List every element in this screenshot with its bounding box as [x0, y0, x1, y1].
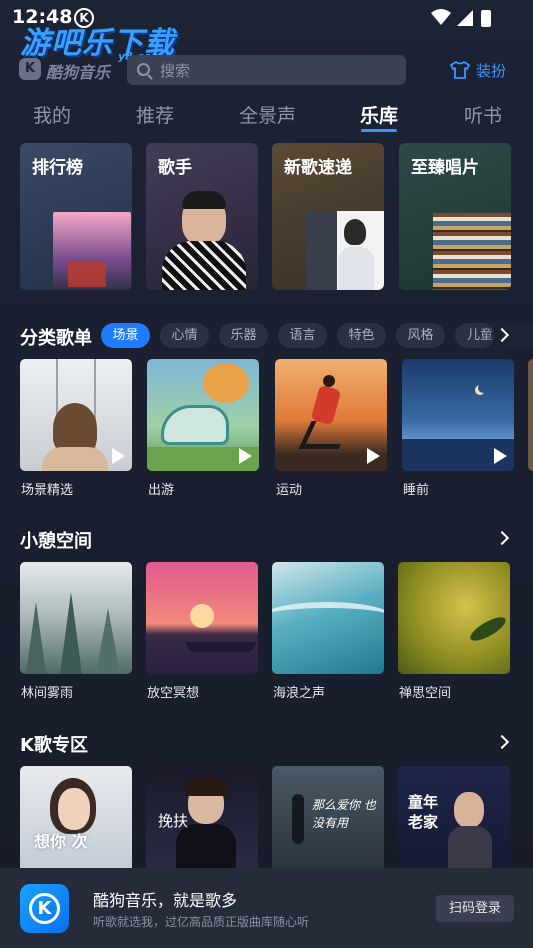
new-songs-singer-shirt — [338, 247, 374, 290]
tile-caption: 禅思空间 — [399, 686, 452, 701]
tab-recommend[interactable]: 推荐 — [136, 101, 174, 128]
charts-cover-building — [68, 261, 106, 287]
runner-legs-image — [298, 421, 352, 449]
play-icon — [494, 448, 507, 464]
girl-hair-image — [53, 403, 97, 453]
cover-title-text: 那么爱你 也没有用 — [312, 798, 376, 830]
relax-tile[interactable] — [20, 562, 132, 674]
card-charts[interactable]: 排行榜 — [20, 143, 132, 290]
relax-tile[interactable] — [398, 562, 510, 674]
play-icon — [239, 448, 252, 464]
tile-caption: 出游 — [148, 483, 175, 498]
cover-title-text: 挽扶 — [158, 812, 189, 830]
moon-icon — [478, 383, 488, 393]
playlist-tile[interactable] — [20, 359, 132, 471]
app-logo-icon: K — [19, 58, 41, 80]
search-placeholder[interactable]: 搜索 — [160, 60, 190, 81]
ktv-tile[interactable]: 挽扶 — [146, 766, 258, 868]
section-title-categories: 分类歌单 — [20, 328, 92, 349]
tab-audiobooks[interactable]: 听书 — [464, 101, 502, 128]
playlist-tile[interactable] — [147, 359, 259, 471]
tile-caption: 海浪之声 — [273, 686, 326, 701]
tree-image — [203, 363, 249, 403]
status-icons — [431, 9, 491, 27]
singer-face-image — [58, 788, 90, 830]
chevron-right-icon[interactable] — [494, 530, 510, 546]
tile-caption: 场景精选 — [21, 483, 74, 498]
playlist-tile[interactable] — [402, 359, 514, 471]
figure-silhouette-image — [292, 794, 304, 844]
battery-icon — [481, 10, 491, 27]
banner-title: 酷狗音乐，就是歌多 — [93, 891, 238, 910]
play-icon — [367, 448, 380, 464]
play-icon — [112, 448, 125, 464]
tab-spatial-audio[interactable]: 全景声 — [239, 101, 296, 128]
tile-caption: 睡前 — [403, 483, 430, 498]
signal-icon — [457, 10, 473, 26]
sun-image — [190, 604, 214, 628]
card-singers[interactable]: 歌手 — [146, 143, 258, 290]
singer-face-image — [454, 792, 484, 828]
bookshelf-image — [433, 213, 511, 290]
ktv-tile[interactable]: 想你 次 — [20, 766, 132, 868]
chip-mood[interactable]: 心情 — [160, 323, 209, 348]
cover-title-text: 童年 老家 — [408, 793, 439, 831]
wave-image — [272, 602, 384, 632]
ktv-tile[interactable]: 那么爱你 也没有用 — [272, 766, 384, 868]
cover-title-text: 想你 次 — [34, 832, 88, 851]
pine-tree-image — [60, 592, 82, 674]
app-logo-text: 酷狗音乐 — [46, 63, 111, 82]
chip-language[interactable]: 语言 — [278, 323, 327, 348]
card-label: 至臻唱片 — [411, 158, 479, 178]
next-tile-peek — [528, 359, 533, 471]
card-label: 歌手 — [158, 158, 192, 178]
boat-image — [186, 642, 256, 652]
section-title-relax: 小憩空间 — [20, 531, 92, 552]
playlist-tile[interactable] — [275, 359, 387, 471]
active-tab-indicator — [361, 129, 397, 132]
tile-caption: 放空冥想 — [147, 686, 200, 701]
kugou-k-icon: K — [29, 893, 60, 924]
pine-tree-image — [96, 608, 120, 674]
scan-login-button[interactable]: 扫码登录 — [436, 895, 514, 922]
chip-style[interactable]: 风格 — [396, 323, 445, 348]
search-icon — [137, 63, 150, 76]
relax-tile[interactable] — [272, 562, 384, 674]
singer-jacket-image — [162, 241, 246, 290]
singer-hair-image — [182, 191, 226, 209]
chip-feature[interactable]: 特色 — [337, 323, 386, 348]
card-new-songs[interactable]: 新歌速递 — [272, 143, 384, 290]
girl-shoulders-image — [42, 447, 108, 471]
chip-fade — [484, 322, 533, 350]
chip-scene[interactable]: 场景 — [101, 323, 150, 348]
card-label: 新歌速递 — [284, 158, 352, 178]
section-title-ktv: K歌专区 — [20, 735, 88, 756]
chevron-right-icon[interactable] — [494, 734, 510, 750]
relax-tile[interactable] — [146, 562, 258, 674]
card-label: 排行榜 — [32, 158, 83, 178]
new-songs-singer-image — [344, 219, 366, 245]
singer-hair-image — [184, 778, 228, 796]
tab-library[interactable]: 乐库 — [360, 101, 398, 128]
camper-van-image — [161, 405, 229, 445]
skin-button[interactable]: 装扮 — [476, 60, 506, 81]
ktv-tile[interactable]: 童年 老家 — [398, 766, 510, 868]
wifi-icon — [431, 9, 451, 25]
tile-caption: 运动 — [276, 483, 303, 498]
runner-body-image — [310, 384, 342, 426]
chip-instrument[interactable]: 乐器 — [219, 323, 268, 348]
card-premium-records[interactable]: 至臻唱片 — [399, 143, 511, 290]
pine-tree-image — [26, 602, 46, 674]
tab-mine[interactable]: 我的 — [33, 101, 71, 128]
leaf-image — [467, 612, 509, 646]
shirt-icon[interactable] — [450, 61, 470, 79]
banner-subtitle: 听歌就选我，过亿高品质正版曲库随心听 — [93, 915, 310, 929]
tile-caption: 林间雾雨 — [21, 686, 74, 701]
singer-suit-image — [448, 826, 492, 868]
